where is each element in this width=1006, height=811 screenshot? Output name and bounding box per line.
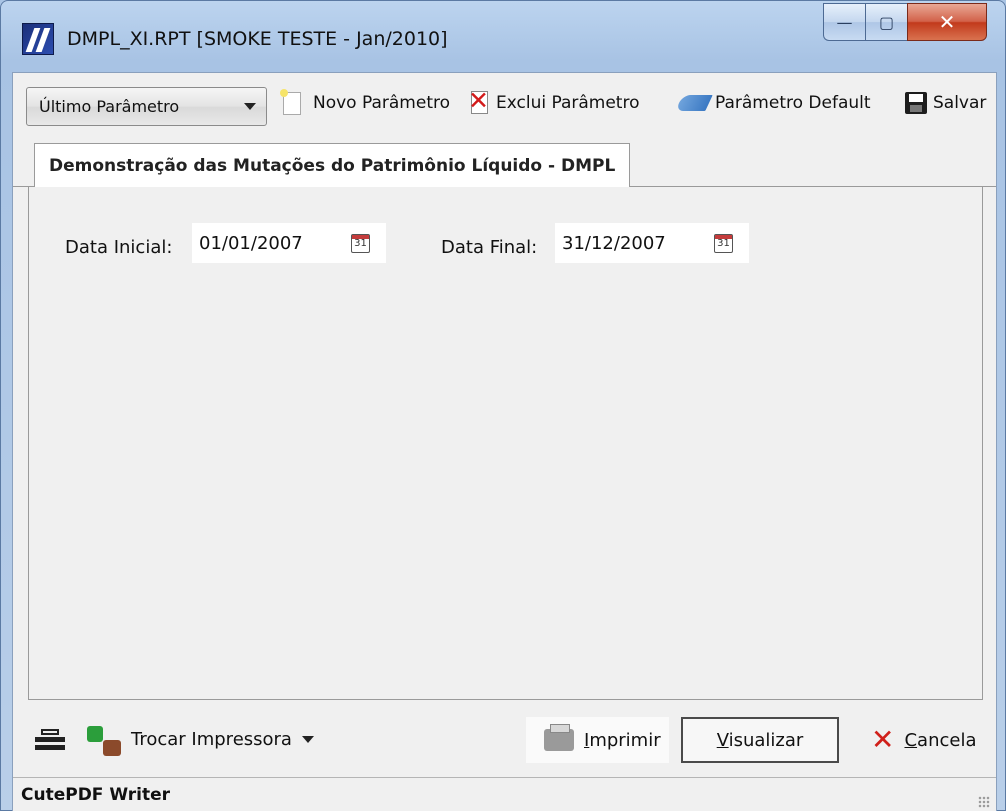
chevron-down-icon (301, 736, 314, 743)
window-controls: — ▢ ✕ (823, 3, 987, 41)
client-area: Último Parâmetro Novo Parâmetro ✕ Exclui… (12, 72, 997, 811)
start-date-label: Data Inicial: (65, 237, 173, 258)
end-date-value: 31/12/2007 (562, 232, 666, 254)
new-document-icon (280, 88, 301, 115)
calendar-icon[interactable]: 31 (714, 234, 733, 253)
default-parameter-label: Parâmetro Default (715, 93, 871, 113)
floppy-disk-icon (905, 92, 927, 114)
tab-panel: Data Inicial: 01/01/2007 31 Data Final: … (28, 187, 983, 700)
cancel-button[interactable]: ✕ Cancela (861, 717, 991, 763)
change-printer-label: Trocar Impressora (131, 729, 292, 750)
title-bar[interactable]: DMPL_XI.RPT [SMOKE TESTE - Jan/2010] — ▢… (1, 1, 1005, 71)
maximize-button[interactable]: ▢ (865, 3, 907, 41)
printer-settings-icon[interactable] (35, 727, 69, 757)
new-parameter-button[interactable]: Novo Parâmetro (280, 88, 450, 117)
swap-printer-icon[interactable] (87, 726, 123, 758)
parameter-select[interactable]: Último Parâmetro (26, 87, 267, 126)
toolbar: Último Parâmetro Novo Parâmetro ✕ Exclui… (13, 73, 996, 133)
save-button[interactable]: Salvar (905, 89, 986, 117)
app-logo-icon (22, 23, 54, 55)
save-label: Salvar (933, 93, 987, 113)
cancel-x-icon: ✕ (871, 723, 895, 756)
start-date-value: 01/01/2007 (199, 232, 303, 254)
minimize-button[interactable]: — (823, 3, 865, 41)
preview-button[interactable]: Visualizar (681, 717, 839, 763)
default-parameter-button[interactable]: Parâmetro Default (675, 89, 871, 117)
default-arrow-icon (675, 95, 713, 111)
action-bar: Trocar Impressora Imprimir Visualizar ✕ … (13, 701, 996, 777)
calendar-icon[interactable]: 31 (351, 234, 370, 253)
app-window: DMPL_XI.RPT [SMOKE TESTE - Jan/2010] — ▢… (0, 0, 1006, 811)
tab-strip: Demonstração das Mutações do Patrimônio … (13, 135, 996, 188)
print-button[interactable]: Imprimir (526, 717, 669, 763)
printer-icon (544, 724, 574, 751)
chevron-down-icon (244, 103, 256, 110)
change-printer-button[interactable]: Trocar Impressora (131, 729, 314, 750)
close-button[interactable]: ✕ (907, 3, 987, 41)
new-parameter-label: Novo Parâmetro (313, 93, 450, 113)
resize-grip-icon[interactable] (978, 796, 990, 808)
delete-document-icon: ✕ (468, 86, 489, 115)
window-title: DMPL_XI.RPT [SMOKE TESTE - Jan/2010] (67, 28, 448, 50)
status-bar: CutePDF Writer (13, 777, 996, 811)
end-date-label: Data Final: (441, 237, 538, 258)
tab-dmpl[interactable]: Demonstração das Mutações do Patrimônio … (34, 143, 631, 188)
parameter-select-value: Último Parâmetro (39, 97, 180, 116)
delete-parameter-label: Exclui Parâmetro (496, 93, 640, 113)
delete-parameter-button[interactable]: ✕ Exclui Parâmetro (468, 86, 640, 117)
printer-name: CutePDF Writer (21, 785, 171, 805)
